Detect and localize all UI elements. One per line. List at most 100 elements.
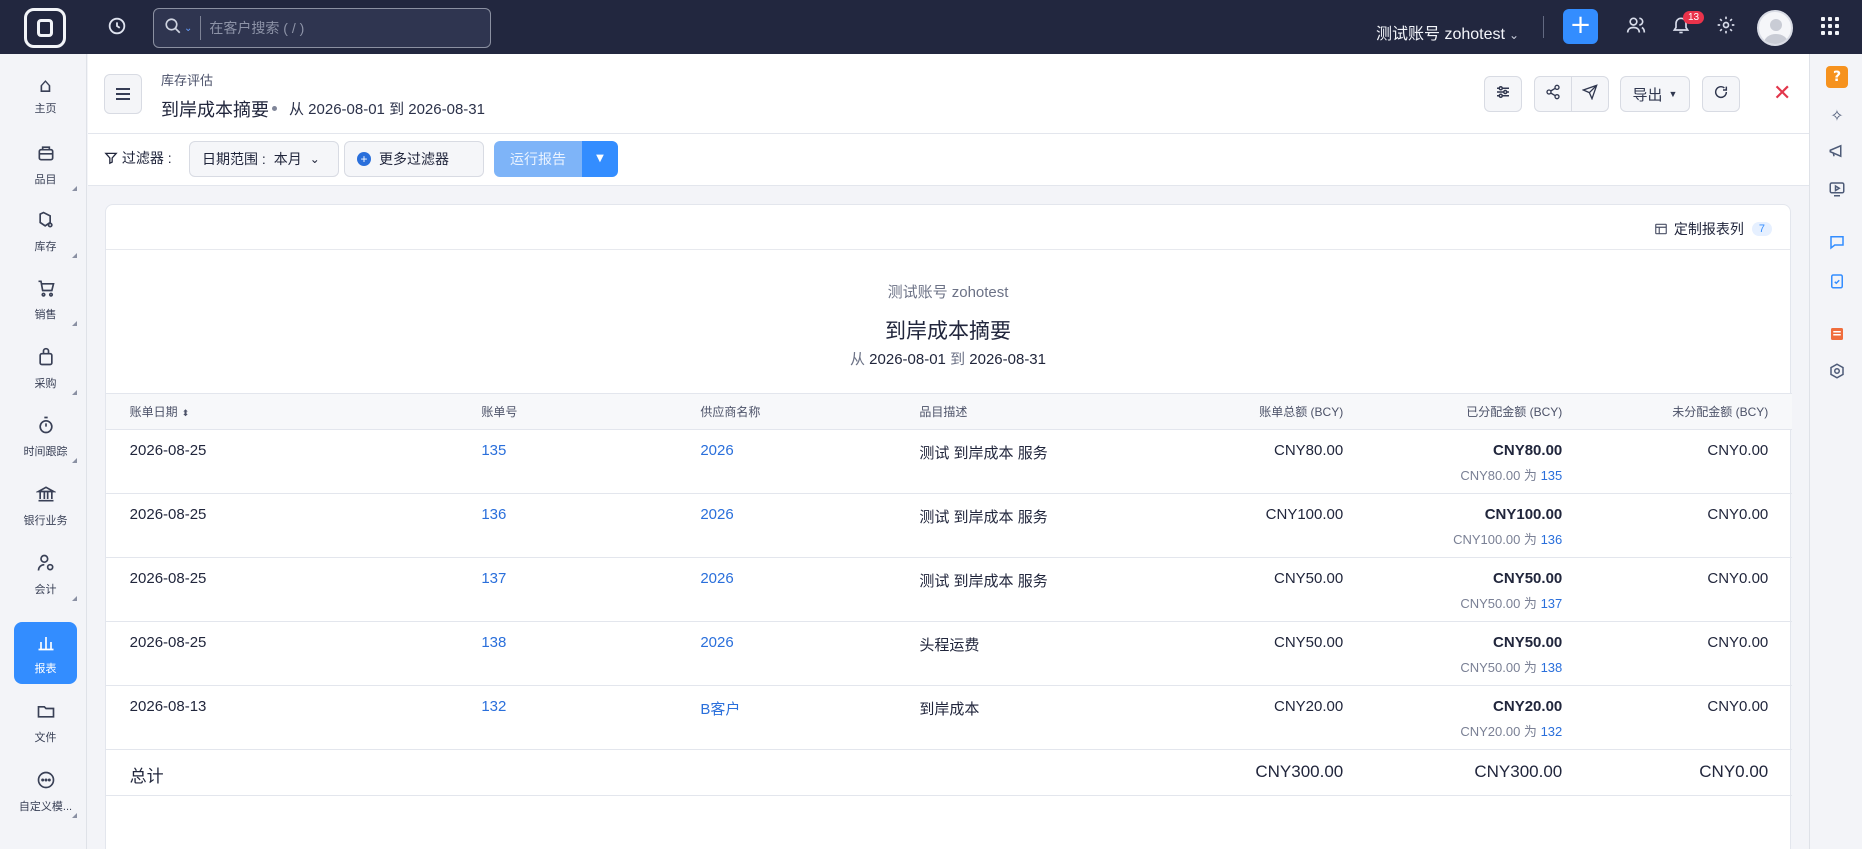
bill-number-link[interactable]: 135: [481, 442, 506, 459]
vendor-link[interactable]: 2026: [700, 506, 733, 523]
allocation-detail-text: CNY50.00 为: [1460, 660, 1537, 675]
column-header-bill-date[interactable]: 账单日期 ⬍: [129, 393, 482, 430]
add-circle-icon: +: [357, 152, 371, 166]
share-button[interactable]: [1534, 76, 1572, 112]
quick-create-button[interactable]: +: [1563, 9, 1598, 44]
megaphone-icon[interactable]: [1826, 142, 1848, 164]
customize-columns-button[interactable]: 定制报表列 7: [1654, 219, 1772, 239]
video-icon[interactable]: [1826, 180, 1848, 202]
total-allocated: CNY300.00: [1343, 749, 1563, 796]
sidebar-item-label: 银行业务: [23, 515, 68, 527]
cell-item-description: 测试 到岸成本 服务: [919, 429, 1151, 494]
allocation-bill-link[interactable]: 138: [1541, 660, 1563, 675]
column-header-bill-number: 账单号: [481, 393, 701, 430]
search-input[interactable]: [209, 20, 470, 36]
sidebar-item-sales[interactable]: 销售: [14, 268, 77, 330]
column-header-allocated: 已分配金额 (BCY): [1343, 393, 1563, 430]
allocation-detail-text: CNY80.00 为: [1460, 468, 1537, 483]
report-table: 账单日期 ⬍ 账单号 供应商名称 品目描述 账单总额 (BCY) 已分配金额 (B…: [106, 393, 1792, 796]
column-label: 账单日期: [129, 405, 178, 419]
allocation-bill-link[interactable]: 135: [1541, 468, 1563, 483]
allocation-bill-link[interactable]: 136: [1541, 532, 1563, 547]
breadcrumb[interactable]: 库存评估: [161, 70, 213, 89]
report-settings-button[interactable]: [1484, 76, 1522, 112]
refresh-button[interactable]: [1702, 76, 1740, 112]
vendor-link[interactable]: B客户: [700, 701, 740, 718]
sparkle-icon[interactable]: ✧: [1826, 105, 1848, 127]
app-grid-icon[interactable]: [1821, 17, 1839, 35]
vendor-link[interactable]: 2026: [700, 442, 733, 459]
bill-number-link[interactable]: 138: [481, 634, 506, 651]
allocation-bill-link[interactable]: 132: [1541, 724, 1563, 739]
sidebar-item-banking[interactable]: 银行业务: [14, 474, 77, 536]
top-bar: ⌄ 测试账号 zohotest⌄ + 13: [0, 0, 1862, 54]
avatar[interactable]: [1757, 10, 1793, 46]
filter-icon: [104, 150, 122, 166]
run-report-button[interactable]: 运行报告: [494, 141, 582, 177]
cell-allocated: CNY50.00: [1493, 570, 1563, 587]
cell-bill-date: 2026-08-13: [129, 685, 482, 750]
cell-allocated: CNY100.00: [1484, 506, 1563, 523]
filter-label-text: 过滤器 :: [121, 150, 172, 166]
integration-icon[interactable]: [1826, 362, 1848, 384]
bill-number-link[interactable]: 132: [481, 698, 506, 715]
total-bill-amount: CNY300.00: [1150, 749, 1344, 796]
bill-number-link[interactable]: 136: [481, 506, 506, 523]
allocation-detail: CNY80.00 为 135: [1343, 465, 1562, 484]
cell-bill-total: CNY50.00: [1150, 557, 1344, 622]
users-icon[interactable]: [1626, 15, 1646, 40]
report-menu-button[interactable]: [104, 74, 142, 114]
sidebar-item-accountant[interactable]: 会计: [14, 543, 77, 605]
sidebar-item-reports[interactable]: 报表: [14, 622, 77, 684]
table-header-row: 账单日期 ⬍ 账单号 供应商名称 品目描述 账单总额 (BCY) 已分配金额 (B…: [106, 393, 1792, 430]
bill-number-link[interactable]: 137: [481, 570, 506, 587]
sidebar-item-home[interactable]: ⌂ 主页: [14, 64, 77, 126]
vendor-link[interactable]: 2026: [700, 634, 733, 651]
search-icon[interactable]: [164, 17, 182, 40]
search-scope-chevron-icon[interactable]: ⌄: [184, 23, 192, 34]
allocation-bill-link[interactable]: 137: [1541, 596, 1563, 611]
vendor-link[interactable]: 2026: [700, 570, 733, 587]
send-button[interactable]: [1571, 76, 1609, 112]
date-range-filter[interactable]: 日期范围 : 本月 ⌄: [189, 141, 339, 177]
inventory-icon: [14, 210, 77, 234]
sidebar-item-time-tracking[interactable]: 时间跟踪: [14, 405, 77, 467]
sort-icon[interactable]: ⬍: [182, 408, 190, 418]
cart-icon: [14, 278, 77, 302]
more-filters-button[interactable]: + 更多过滤器: [344, 141, 484, 177]
close-icon[interactable]: ✕: [1773, 81, 1791, 106]
sidebar-item-documents[interactable]: 文件: [14, 691, 77, 753]
sidebar-item-items[interactable]: 品目: [14, 133, 77, 195]
org-switcher[interactable]: 测试账号 zohotest ⌄: [1376, 20, 1519, 44]
report-date-range: 从 2026-08-01 到 2026-08-31: [106, 348, 1790, 369]
left-sidebar: ⌂ 主页 品目 库存 销售 采购 时间跟踪 银行业务 会计 报表 文件 自定义模…: [0, 54, 87, 849]
task-icon[interactable]: [1826, 272, 1848, 294]
cell-bill-total: CNY50.00: [1150, 621, 1344, 686]
sidebar-item-purchases[interactable]: 采购: [14, 337, 77, 399]
cell-bill-date: 2026-08-25: [129, 429, 482, 494]
recent-history-icon[interactable]: [106, 15, 128, 41]
notes-icon[interactable]: [1826, 325, 1848, 347]
date-range-value: 本月: [273, 151, 302, 167]
allocation-detail: CNY100.00 为 136: [1343, 529, 1562, 548]
allocation-detail: CNY50.00 为 138: [1343, 657, 1562, 676]
expand-indicator: [72, 321, 77, 326]
chat-icon[interactable]: [1826, 233, 1848, 255]
separator-dot: [272, 106, 277, 111]
search-box[interactable]: ⌄: [153, 8, 491, 48]
sidebar-item-inventory[interactable]: 库存: [14, 200, 77, 262]
sidebar-item-custom-modules[interactable]: 自定义模...: [14, 760, 77, 822]
cell-unallocated: CNY0.00: [1562, 429, 1769, 494]
sidebar-item-label: 采购: [34, 378, 57, 390]
export-button[interactable]: 导出 ▼: [1620, 76, 1690, 112]
cell-unallocated: CNY0.00: [1562, 621, 1769, 686]
cell-item-description: 测试 到岸成本 服务: [919, 493, 1151, 558]
chevron-down-icon: ⌄: [1508, 28, 1519, 42]
run-report-dropdown[interactable]: ▼: [582, 141, 618, 177]
cell-item-description: 到岸成本: [919, 685, 1151, 750]
org-name: 测试账号 zohotest: [1376, 26, 1505, 43]
gear-icon[interactable]: [1716, 15, 1736, 40]
app-logo[interactable]: [24, 8, 66, 48]
cell-allocated: CNY20.00: [1493, 698, 1563, 715]
help-icon[interactable]: ?: [1826, 66, 1848, 88]
